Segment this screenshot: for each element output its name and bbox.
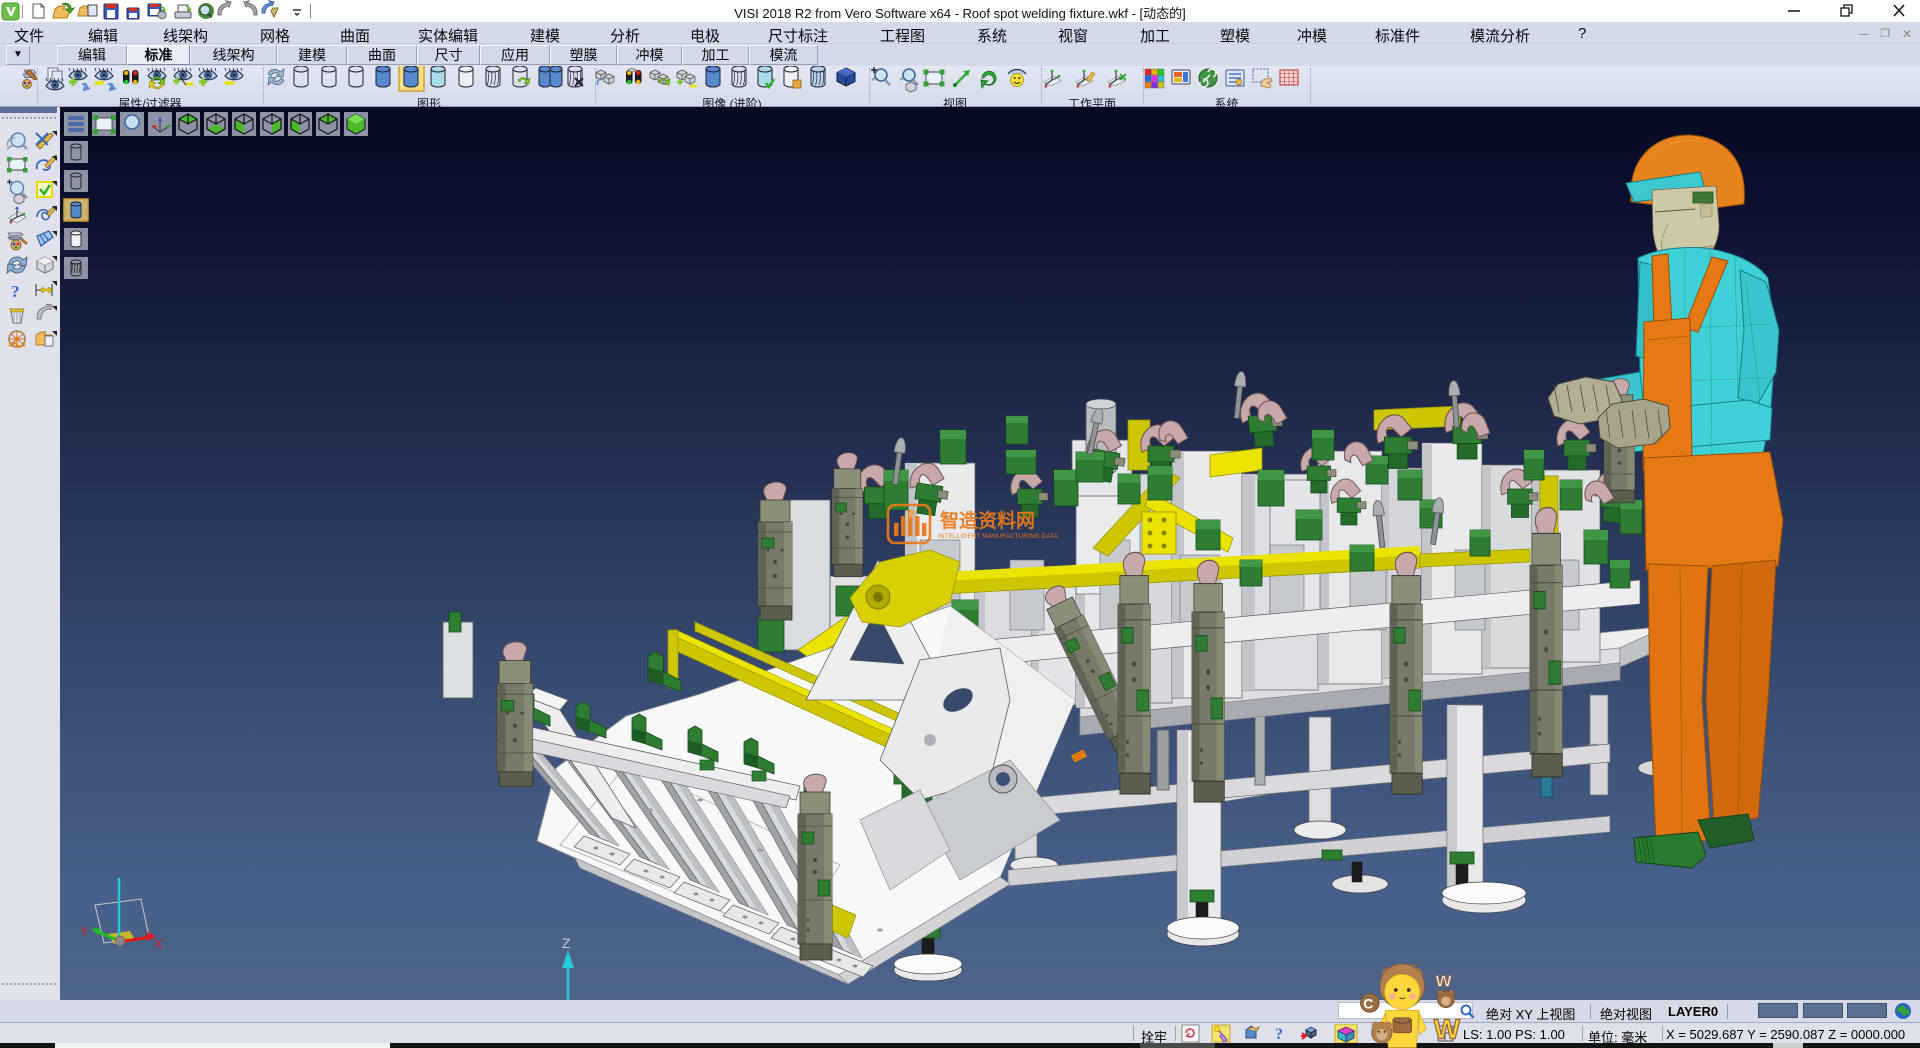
svg-text:W: W [1434, 1013, 1461, 1044]
svg-text:?: ? [1275, 1026, 1283, 1043]
svg-text:X: X [154, 936, 163, 951]
svg-text:Y: Y [80, 924, 89, 939]
svg-text:C: C [1363, 996, 1373, 1012]
svg-text:w: w [1435, 969, 1452, 991]
svg-text:INTELLIGENT MANUFACTURING DATA: INTELLIGENT MANUFACTURING DATA [938, 533, 1059, 540]
svg-text:Z: Z [562, 935, 571, 951]
svg-text:?: ? [11, 282, 20, 301]
svg-text:智造资料网: 智造资料网 [940, 509, 1035, 532]
